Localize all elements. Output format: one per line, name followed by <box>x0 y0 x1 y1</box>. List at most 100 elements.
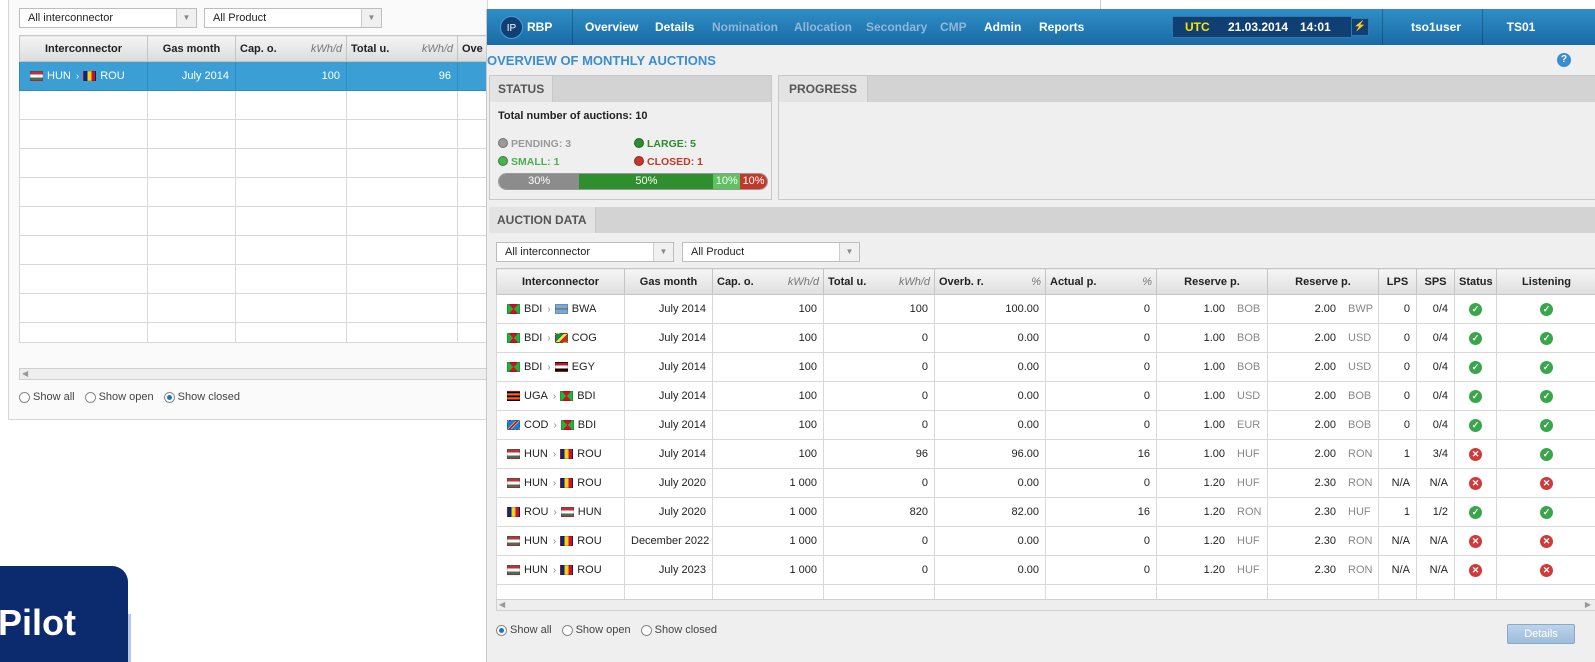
table-row-empty[interactable] <box>19 119 490 149</box>
table-row-empty[interactable] <box>19 148 490 178</box>
nav-allocation[interactable]: Allocation <box>794 20 852 34</box>
empty-cell <box>346 235 458 265</box>
column-header[interactable]: Overb. r.% <box>934 268 1046 295</box>
sps-cell: 0/4 <box>1416 381 1455 411</box>
tso-name[interactable]: TS01 <box>1491 20 1551 34</box>
table-row[interactable]: BDI › COG July 2014 100 0 0.00 0 1.00 BOB 2.00 USD 0… <box>496 323 1595 353</box>
column-header[interactable]: Reserve p. <box>1156 268 1268 295</box>
table-row[interactable]: BDI › EGY July 2014 100 0 0.00 0 1.00 BOB 2.00 USD 0… <box>496 352 1595 382</box>
reserve-price-value: 2.30 <box>1314 535 1336 547</box>
column-header[interactable]: Cap. o. kWh/d <box>235 35 347 62</box>
app-logo[interactable]: IP <box>500 16 523 39</box>
column-header[interactable]: Total u. kWh/d <box>346 35 458 62</box>
error-circle-icon: ✕ <box>1469 563 1482 577</box>
table-row[interactable]: HUN › ROU July 2023 1 000 0 0.00 0 1.20 HUF 2.30 RO… <box>496 555 1595 585</box>
nav-overview[interactable]: Overview <box>585 20 638 34</box>
product-filter[interactable]: All Product ▼ <box>682 242 860 262</box>
auction-data-tab: AUCTION DATA <box>489 207 596 233</box>
nav-nomination[interactable]: Nomination <box>712 20 778 34</box>
table-row-empty[interactable] <box>19 264 490 294</box>
nav-cmp[interactable]: CMP <box>940 20 967 34</box>
nav-secondary[interactable]: Secondary <box>866 20 927 34</box>
table-row[interactable]: HUN › ROU July 2014 100 96 96.00 16 1.00 HUF 2.00 R… <box>496 439 1595 469</box>
show-all-radio[interactable]: Show all <box>496 624 552 636</box>
arrow-right-icon: › <box>547 333 551 344</box>
currency-label: BOB <box>1237 303 1261 315</box>
currency-label: USD <box>1348 361 1372 373</box>
column-header[interactable]: Gas month <box>624 268 713 295</box>
total-cell: 0 <box>823 410 935 440</box>
connection-icon[interactable]: ⚡ <box>1351 18 1369 36</box>
user-name[interactable]: tso1user <box>1397 20 1475 34</box>
currency-label: BOB <box>1237 361 1261 373</box>
sps-cell: 0/4 <box>1416 352 1455 382</box>
column-header[interactable]: Gas month <box>147 35 236 62</box>
show-all-radio[interactable]: Show all <box>19 391 75 403</box>
column-header[interactable]: Actual p.% <box>1045 268 1157 295</box>
interconnector-cell: HUN › ROU <box>19 61 148 91</box>
column-header[interactable]: Ove <box>457 35 490 62</box>
column-header[interactable]: SPS <box>1416 268 1455 295</box>
column-header[interactable]: Reserve p. <box>1267 268 1379 295</box>
table-row-selected[interactable]: HUN › ROU July 2014 100 96 <box>19 61 490 91</box>
show-closed-radio[interactable]: Show closed <box>640 624 717 636</box>
check-circle-icon: ✓ <box>1469 302 1482 316</box>
overbooking-cell <box>457 61 490 91</box>
table-row-empty[interactable] <box>19 90 490 120</box>
column-header[interactable]: Listening <box>1496 268 1595 295</box>
column-header[interactable]: Interconnector <box>19 35 148 62</box>
chevron-down-icon[interactable]: ▼ <box>653 243 673 261</box>
capacity-cell: 1 000 <box>712 497 824 527</box>
table-row[interactable]: BDI › BWA July 2014 100 100 100.00 0 1.00 BOB 2.00… <box>496 294 1595 324</box>
nav-details[interactable]: Details <box>655 20 694 34</box>
scroll-left-icon[interactable]: ◀ <box>22 369 28 379</box>
empty-cell <box>346 148 458 178</box>
bg-interconnector-filter[interactable]: All interconnector ▼ <box>19 8 197 28</box>
horizontal-scrollbar[interactable]: ◀ ▶ <box>496 599 1595 611</box>
details-button[interactable]: Details <box>1507 624 1575 644</box>
show-closed-radio[interactable]: Show closed <box>163 391 240 403</box>
empty-cell <box>147 206 236 236</box>
column-header[interactable]: Interconnector <box>496 268 625 295</box>
nav-admin[interactable]: Admin <box>984 20 1021 34</box>
show-open-radio[interactable]: Show open <box>561 624 631 636</box>
column-header[interactable]: LPS <box>1378 268 1417 295</box>
table-row[interactable]: HUN › ROU July 2020 1 000 0 0.00 0 1.20 HUF 2.30 RO… <box>496 468 1595 498</box>
background-window: All interconnector ▼ All Product ▼ Inter… <box>8 0 490 420</box>
table-row-empty[interactable] <box>19 177 490 207</box>
column-header[interactable]: Cap. o. kWh/d <box>712 268 824 295</box>
chevron-down-icon[interactable]: ▼ <box>176 9 196 27</box>
bg-product-filter[interactable]: All Product ▼ <box>204 8 382 28</box>
table-row[interactable]: COD › BDI July 2014 100 0 0.00 0 1.00 EUR 2.00 BOB 0… <box>496 410 1595 440</box>
empty-cell <box>235 206 347 236</box>
chevron-down-icon[interactable]: ▼ <box>839 243 859 261</box>
total-cell: 96 <box>346 61 458 91</box>
scroll-right-icon[interactable]: ▶ <box>1585 600 1591 610</box>
help-icon[interactable]: ? <box>1557 53 1571 67</box>
capacity-cell: 1 000 <box>712 468 824 498</box>
table-row-empty[interactable] <box>19 235 490 265</box>
progress-segment: 50% <box>579 174 714 189</box>
interconnector-cell: HUN › ROU <box>496 439 625 469</box>
table-row[interactable]: HUN › ROU December 2022 1 000 0 0.00 0 1.20 HUF 2.… <box>496 526 1595 556</box>
reserve-price-cell: 1.20 RON <box>1156 497 1268 527</box>
currency-label: USD <box>1237 390 1261 402</box>
table-row-empty[interactable] <box>19 206 490 236</box>
reserve-price-value: 1.00 <box>1203 419 1225 431</box>
table-row-empty[interactable] <box>19 322 490 343</box>
horizontal-scrollbar[interactable]: ◀ <box>19 368 489 380</box>
show-open-radio[interactable]: Show open <box>84 391 154 403</box>
scroll-left-icon[interactable]: ◀ <box>499 600 505 610</box>
table-row[interactable]: UGA › BDI July 2014 100 0 0.00 0 1.00 USD 2.00 BOB 0… <box>496 381 1595 411</box>
burundi-flag-icon <box>560 391 574 402</box>
column-header[interactable]: Status <box>1454 268 1497 295</box>
empty-cell <box>235 235 347 265</box>
nav-reports[interactable]: Reports <box>1039 20 1084 34</box>
chevron-down-icon[interactable]: ▼ <box>361 9 381 27</box>
overbooking-cell: 0.00 <box>934 381 1046 411</box>
column-header[interactable]: Total u. kWh/d <box>823 268 935 295</box>
column-label: Reserve p. <box>1184 275 1240 288</box>
interconnector-filter[interactable]: All interconnector ▼ <box>496 242 674 262</box>
table-row-empty[interactable] <box>19 293 490 323</box>
table-row[interactable]: ROU › HUN July 2020 1 000 820 82.00 16 1.20 RON 2.… <box>496 497 1595 527</box>
